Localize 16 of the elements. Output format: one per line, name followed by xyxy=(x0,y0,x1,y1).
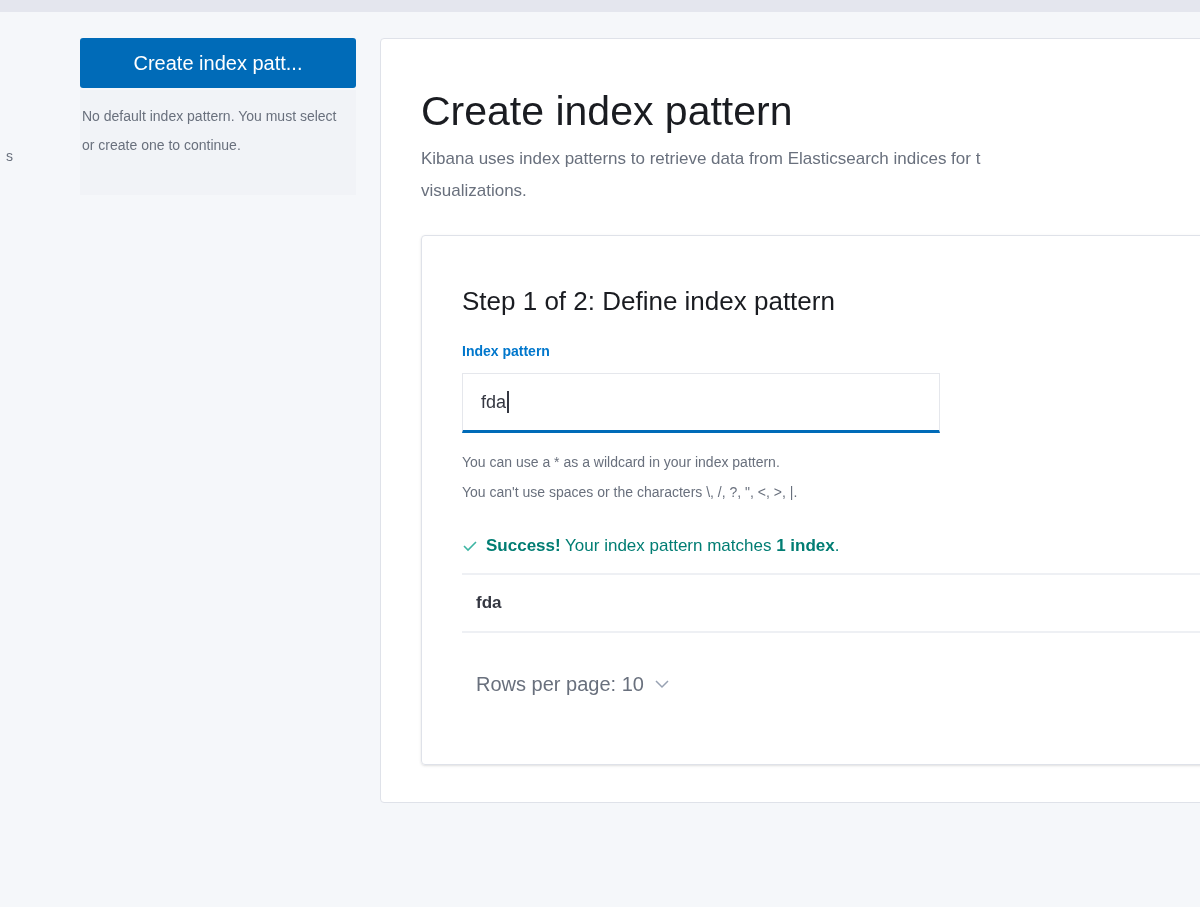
help-text: You can use a * as a wildcard in your index pattern. xyxy=(462,453,781,472)
page-title: Create index pattern xyxy=(421,87,794,136)
chevron-down-icon[interactable] xyxy=(653,678,670,689)
create-index-pattern-button[interactable]: Create index patt... xyxy=(80,38,356,88)
field-label: Index pattern xyxy=(462,342,550,361)
success-message: Success! Your index pattern matches 1 index. xyxy=(486,535,840,557)
cut-off-text: s xyxy=(6,148,13,164)
description-line: Kibana uses index patterns to retrieve data from Elasticsearch indices for t xyxy=(421,148,982,170)
rows-per-page-selector[interactable]: Rows per page: 10 xyxy=(476,668,644,699)
step-title: Step 1 of 2: Define index pattern xyxy=(462,285,836,318)
description-line: visualizations. xyxy=(421,180,528,202)
index-pattern-field[interactable]: fda xyxy=(462,373,940,433)
help-text: You can't use spaces or the characters \, /, ?, ", <, >, |. xyxy=(462,483,799,502)
table-cell-text: fda xyxy=(476,591,502,614)
notice-text: No default index pattern. You must select or create one to continue. xyxy=(82,107,338,155)
check-icon xyxy=(462,539,478,552)
